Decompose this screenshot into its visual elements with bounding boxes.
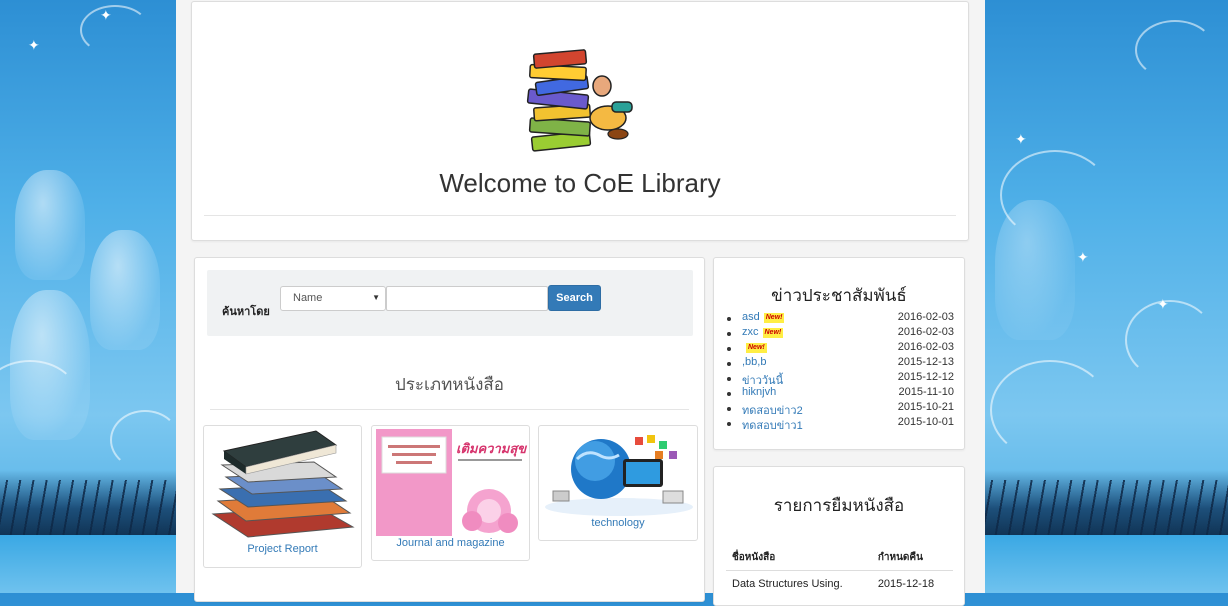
due-date-cell: 2015-12-18 (877, 578, 935, 591)
news-heading: ข่าวประชาสัมพันธ์ (771, 286, 907, 306)
sparkle-icon: ✦ (1015, 132, 1027, 148)
search-input[interactable] (386, 286, 548, 311)
category-label[interactable]: Journal and magazine (372, 537, 529, 549)
sparkle-icon: ✦ (1157, 297, 1169, 313)
sparkle-icon: ✦ (1077, 250, 1089, 266)
ground-decoration (985, 535, 1228, 593)
search-field-value: Name (293, 292, 323, 304)
swirl-decoration (80, 5, 150, 55)
category-label[interactable]: technology (539, 517, 697, 529)
table-row: Data Structures Using. 2015-12-18 (726, 570, 953, 598)
borrow-heading: รายการยืมหนังสือ (773, 496, 905, 516)
category-card-technology[interactable]: technology (538, 425, 698, 541)
statue-decoration (15, 170, 85, 280)
news-date: 2015-12-13 (897, 356, 954, 368)
book-categories-heading: ประเภทหนังสือ (395, 375, 504, 395)
news-date: 2015-11-10 (898, 386, 954, 398)
swirl-decoration (110, 410, 176, 470)
grass-decoration (0, 470, 176, 540)
page-title: Welcome to CoE Library (439, 168, 721, 198)
stacked-books-logo (526, 49, 633, 152)
sparkle-icon: ✦ (100, 8, 112, 24)
news-panel: ข่าวประชาสัมพันธ์ asd New! 2016-02-03 zxc… (713, 257, 965, 450)
ground-decoration (0, 535, 176, 593)
swirl-decoration (990, 360, 1110, 460)
list-item: ทดสอบข่าว2 2015-10-21 (727, 401, 954, 417)
news-list: asd New! 2016-02-03 zxc New! 2016-02-03 Ne… (727, 311, 954, 432)
column-header-book-name: ชื่อหนังสือ (726, 545, 872, 571)
list-item: ข่าววันนี้ 2015-12-12 (727, 371, 954, 387)
list-item: ทดสอบข่าว1 2015-10-01 (727, 416, 954, 432)
new-badge[interactable]: New! (746, 343, 767, 353)
search-field-select[interactable]: Name ▼ (280, 286, 386, 311)
technology-globe-image (543, 429, 695, 517)
statue-decoration (90, 230, 160, 350)
background-right-decoration: ✦ ✦ ✦ (985, 0, 1228, 593)
search-button[interactable]: Search (548, 285, 601, 311)
page-container: Welcome to CoE Library ค้นหาโดย Name ▼ S… (176, 0, 985, 606)
chevron-down-icon: ▼ (372, 293, 380, 302)
category-label[interactable]: Project Report (204, 543, 361, 555)
search-bar: ค้นหาโดย Name ▼ Search (207, 270, 693, 336)
category-card-journal-magazine[interactable]: เติมความสุข Journal and magazine (371, 425, 530, 561)
table-header-row: ชื่อหนังสือ กำหนดคืน (726, 545, 953, 571)
new-badge: New! (763, 313, 785, 323)
main-panel: ค้นหาโดย Name ▼ Search ประเภทหนังสือ Pro… (194, 257, 705, 602)
borrow-panel: รายการยืมหนังสือ ชื่อหนังสือ กำหนดคืน Da… (713, 466, 965, 606)
header-panel: Welcome to CoE Library (191, 1, 969, 241)
news-link[interactable]: zxc (742, 326, 759, 338)
news-link[interactable]: hiknjvh (742, 386, 776, 398)
news-date: 2015-10-21 (897, 401, 954, 413)
list-item: New! 2016-02-03 (727, 341, 954, 356)
news-date: 2016-02-03 (897, 341, 954, 353)
swirl-decoration (1125, 300, 1215, 380)
divider (210, 409, 689, 410)
divider (204, 215, 956, 216)
grass-decoration (985, 470, 1228, 540)
list-item: asd New! 2016-02-03 (727, 311, 954, 326)
search-by-label: ค้นหาโดย (222, 305, 270, 318)
new-badge: New! (762, 328, 784, 338)
news-date: 2015-10-01 (897, 416, 954, 428)
news-link[interactable]: ,bb,b (742, 356, 766, 368)
list-item: zxc New! 2016-02-03 (727, 326, 954, 341)
sparkle-icon: ✦ (28, 38, 40, 54)
column-header-due-date: กำหนดคืน (871, 545, 953, 571)
swirl-decoration (1000, 150, 1110, 240)
news-date: 2016-02-03 (897, 326, 954, 338)
list-item: hiknjvh 2015-11-10 (727, 386, 954, 401)
list-item: ,bb,b 2015-12-13 (727, 356, 954, 371)
swirl-decoration (1135, 20, 1215, 80)
background-left-decoration: ✦ ✦ (0, 0, 176, 593)
book-name-cell: Data Structures Using. (732, 578, 843, 591)
news-date: 2016-02-03 (897, 311, 954, 323)
magazine-cover-title: เติมความสุข (456, 442, 527, 457)
news-link[interactable]: ทดสอบข่าว1 (742, 420, 803, 432)
category-card-project-report[interactable]: Project Report (203, 425, 362, 568)
news-link[interactable]: asd (742, 311, 760, 323)
news-date: 2015-12-12 (897, 371, 954, 383)
book-stack-image (208, 429, 359, 544)
borrow-table: ชื่อหนังสือ กำหนดคืน Data Structures Usi… (726, 545, 953, 598)
